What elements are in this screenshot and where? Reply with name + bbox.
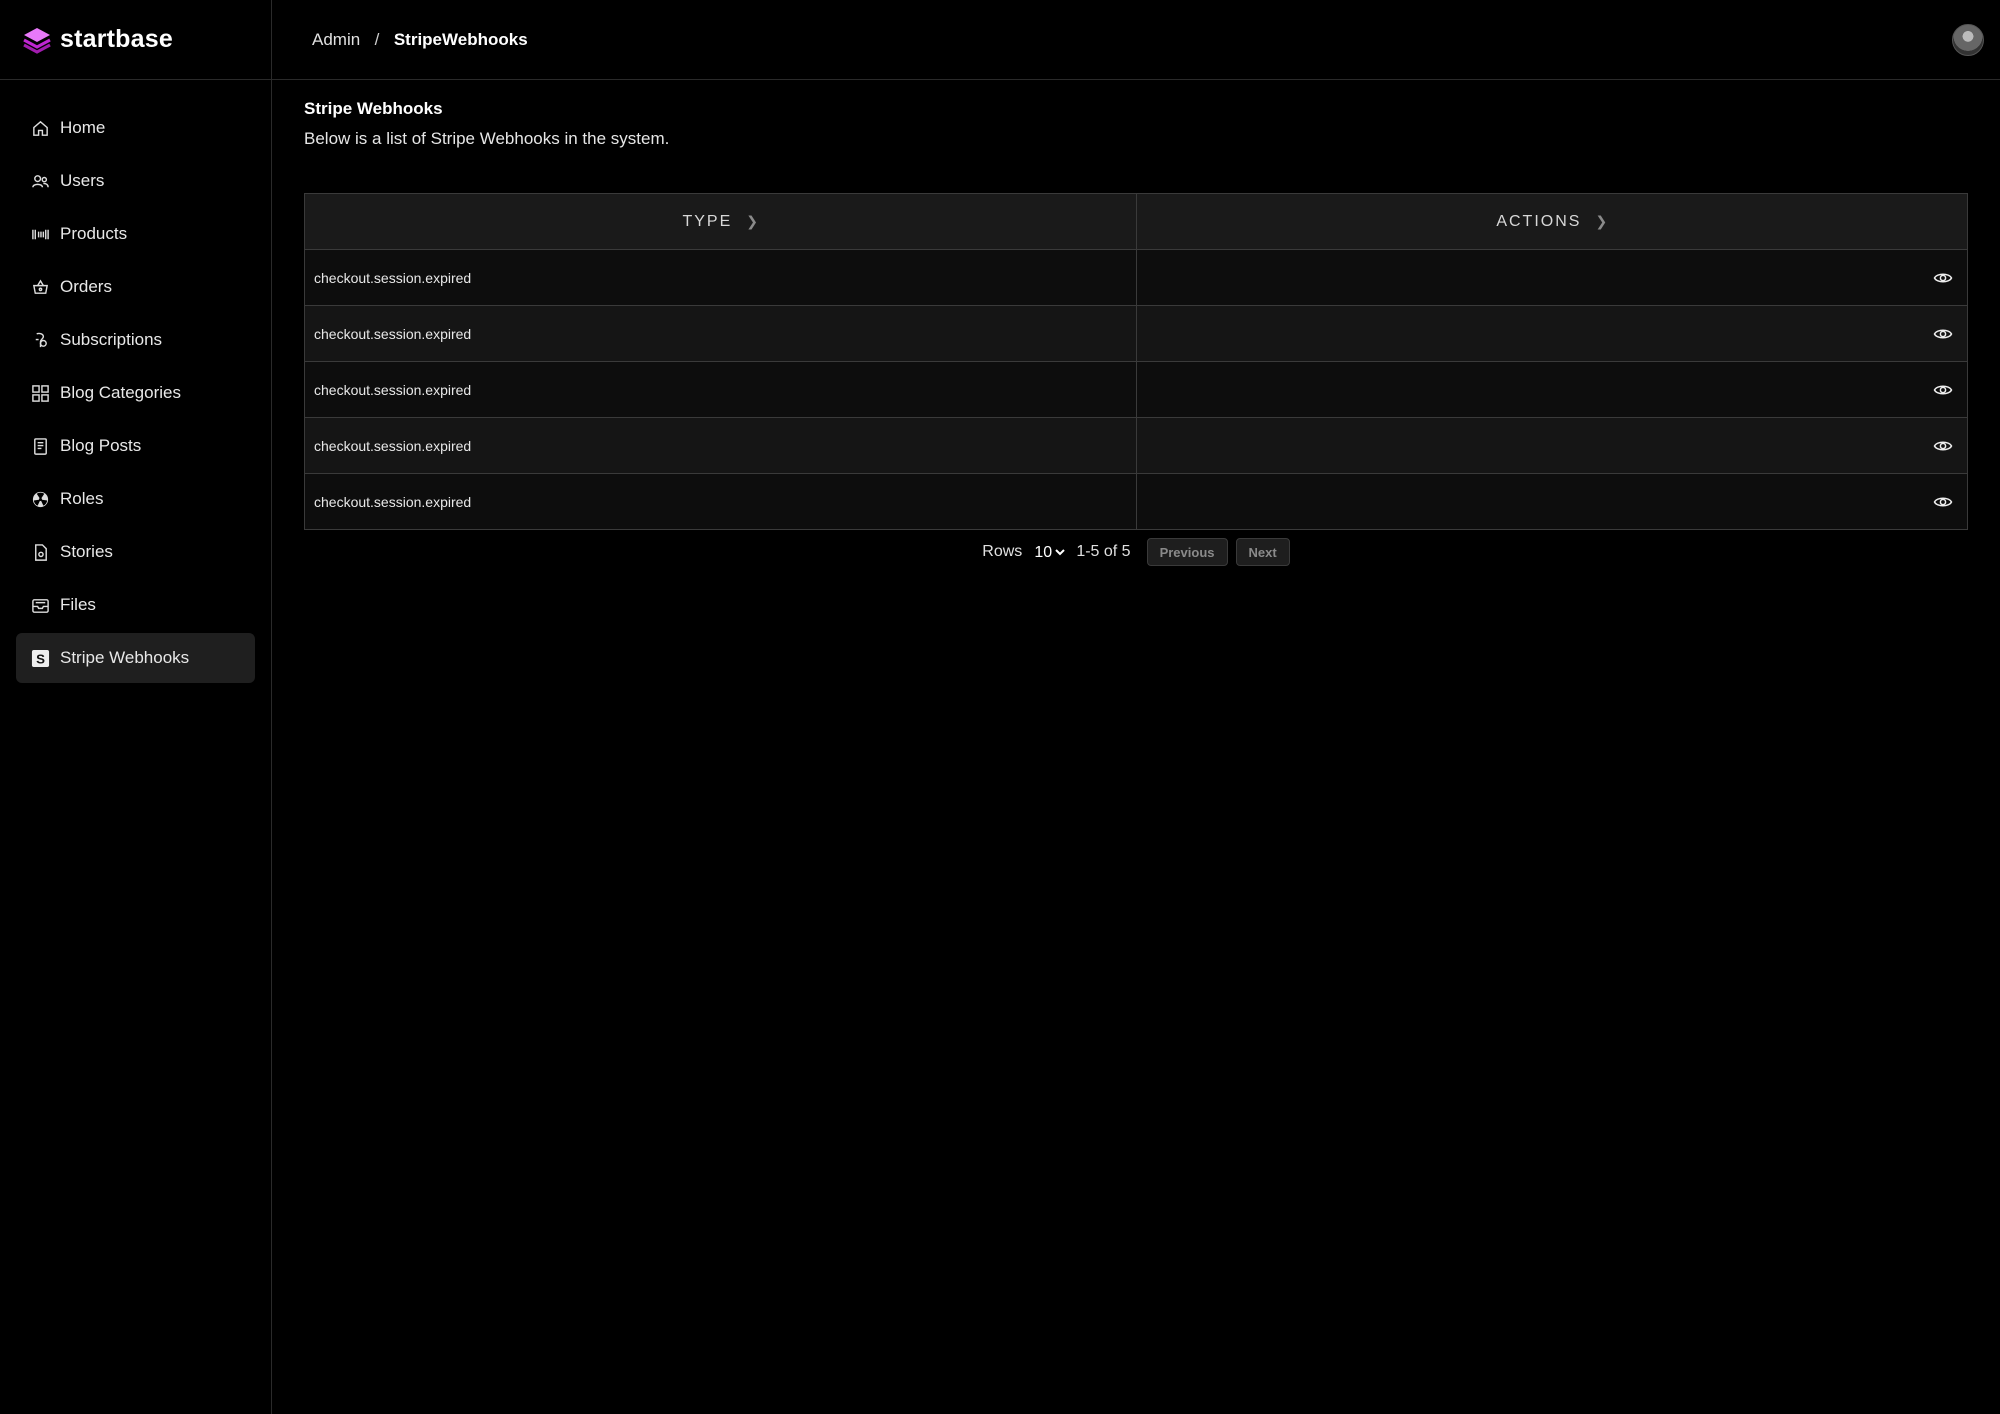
type-cell: checkout.session.expired — [304, 305, 1137, 362]
webhooks-table: TYPE ❯ ACTIONS ❯ checkout.session.expired … — [304, 193, 1969, 530]
sidebar-item-roles[interactable]: Roles — [16, 474, 255, 524]
subscriptions-icon — [30, 330, 50, 350]
view-eye-icon[interactable] — [1933, 492, 1953, 512]
actions-cell — [1135, 361, 1969, 418]
sidebar-nav: Home Users Products Orders Subscriptions… — [0, 80, 271, 683]
column-header-type[interactable]: TYPE ❯ — [304, 193, 1137, 250]
sidebar-item-home[interactable]: Home — [16, 103, 255, 153]
breadcrumb: Admin / StripeWebhooks — [312, 30, 528, 50]
svg-text:S: S — [36, 651, 45, 666]
table-row: checkout.session.expired — [304, 249, 1969, 306]
basket-icon — [30, 277, 50, 297]
sidebar-item-label: Stories — [60, 542, 113, 561]
actions-cell — [1135, 473, 1969, 530]
logo[interactable]: startbase — [0, 0, 271, 80]
barcode-icon — [30, 224, 50, 244]
column-header-label: ACTIONS — [1496, 212, 1582, 230]
column-header-actions[interactable]: ACTIONS ❯ — [1135, 193, 1969, 250]
avatar[interactable] — [1952, 24, 1984, 56]
sidebar-item-label: Stripe Webhooks — [60, 648, 190, 667]
chevron-right-icon: ❯ — [746, 212, 759, 229]
users-icon — [30, 171, 50, 191]
previous-button[interactable]: Previous — [1146, 538, 1228, 566]
breadcrumb-separator: / — [374, 29, 380, 49]
type-cell: checkout.session.expired — [304, 249, 1137, 306]
table-row: checkout.session.expired — [304, 361, 1969, 418]
sidebar-item-label: Home — [60, 118, 106, 137]
type-cell: checkout.session.expired — [304, 361, 1137, 418]
sidebar-item-subscriptions[interactable]: Subscriptions — [16, 315, 255, 365]
view-eye-icon[interactable] — [1933, 380, 1953, 400]
home-icon — [30, 118, 50, 138]
layers-logo-icon — [23, 27, 51, 54]
view-eye-icon[interactable] — [1933, 268, 1953, 288]
sidebar-item-users[interactable]: Users — [16, 156, 255, 206]
sidebar-item-label: Subscriptions — [60, 330, 163, 349]
table-row: checkout.session.expired — [304, 305, 1969, 362]
type-cell: checkout.session.expired — [304, 417, 1137, 474]
stripe-icon: S — [30, 648, 50, 668]
file-icon — [30, 542, 50, 562]
table-row: checkout.session.expired — [304, 417, 1969, 474]
page-description: Below is a list of Stripe Webhooks in th… — [304, 129, 670, 148]
actions-cell — [1135, 417, 1969, 474]
sidebar-item-orders[interactable]: Orders — [16, 262, 255, 312]
actions-cell — [1135, 249, 1969, 306]
rows-per-page-select[interactable]: 10 — [1030, 542, 1069, 562]
inbox-icon — [30, 595, 50, 615]
view-eye-icon[interactable] — [1933, 436, 1953, 456]
page-title: Stripe Webhooks — [304, 99, 443, 118]
sidebar-item-stripe-webhooks[interactable]: S Stripe Webhooks — [16, 633, 255, 683]
view-eye-icon[interactable] — [1933, 324, 1953, 344]
next-button[interactable]: Next — [1235, 538, 1290, 566]
roles-icon — [30, 489, 50, 509]
sidebar-item-label: Roles — [60, 489, 104, 508]
type-cell: checkout.session.expired — [304, 473, 1137, 530]
sidebar-item-blog-categories[interactable]: Blog Categories — [16, 368, 255, 418]
sidebar-item-stories[interactable]: Stories — [16, 527, 255, 577]
breadcrumb-current: StripeWebhooks — [393, 29, 528, 49]
page-content: Stripe Webhooks Below is a list of Strip… — [272, 99, 2000, 566]
sidebar-item-label: Users — [60, 171, 105, 190]
sidebar-item-files[interactable]: Files — [16, 580, 255, 630]
sidebar-item-label: Blog Categories — [60, 383, 181, 402]
table-header-row: TYPE ❯ ACTIONS ❯ — [304, 193, 1969, 250]
pagination: Rows 10 1-5 of 5 Previous Next — [304, 538, 1968, 566]
sidebar-item-label: Blog Posts — [60, 436, 142, 455]
rows-label: Rows — [982, 543, 1023, 560]
table-row: checkout.session.expired — [304, 473, 1969, 530]
actions-cell — [1135, 305, 1969, 362]
column-header-label: TYPE — [682, 212, 733, 230]
sidebar: startbase Home Users Products Orders Sub… — [0, 0, 272, 1414]
grid-icon — [30, 383, 50, 403]
sidebar-item-label: Files — [60, 595, 96, 614]
document-icon — [30, 436, 50, 456]
brand-name: startbase — [60, 25, 173, 53]
page-range: 1-5 of 5 — [1076, 543, 1131, 560]
sidebar-item-products[interactable]: Products — [16, 209, 255, 259]
breadcrumb-admin-link[interactable]: Admin — [312, 30, 360, 49]
topbar: Admin / StripeWebhooks — [272, 0, 2000, 80]
sidebar-item-label: Orders — [60, 277, 112, 296]
chevron-right-icon: ❯ — [1595, 212, 1608, 229]
sidebar-item-label: Products — [60, 224, 128, 243]
main-area: Admin / StripeWebhooks Stripe Webhooks B… — [272, 0, 2000, 1414]
sidebar-item-blog-posts[interactable]: Blog Posts — [16, 421, 255, 471]
